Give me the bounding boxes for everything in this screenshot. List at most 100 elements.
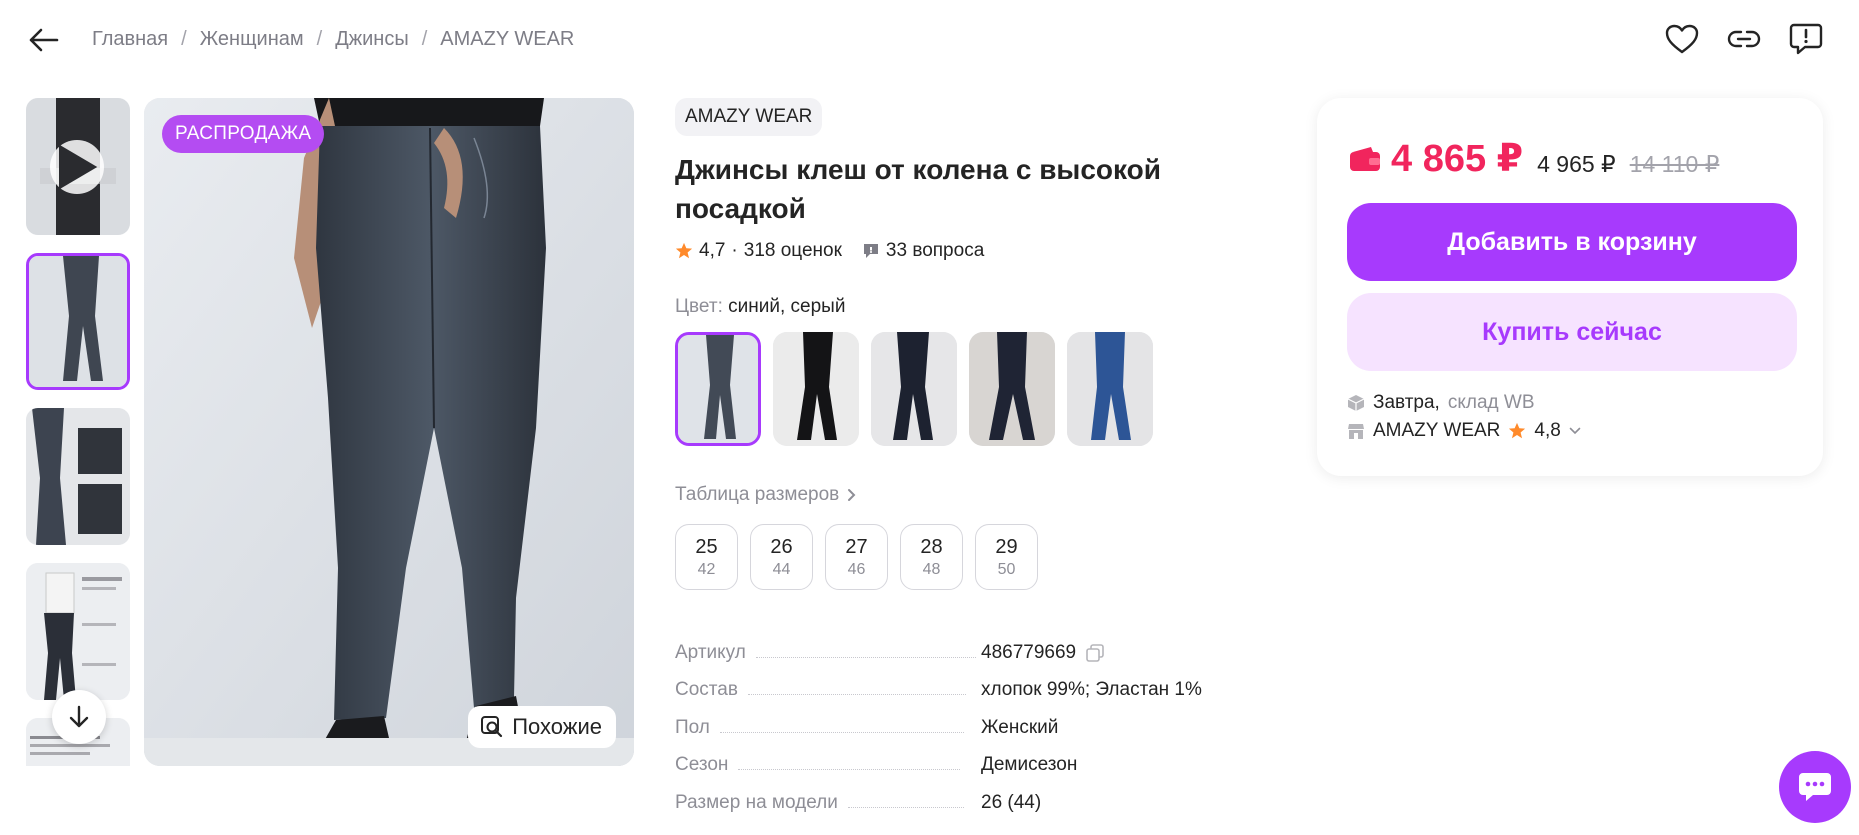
size-ru: 28 bbox=[920, 535, 943, 558]
delivery-from: склад WB bbox=[1447, 392, 1535, 413]
param-value: 486779669 bbox=[981, 642, 1104, 664]
color-swatch-2[interactable] bbox=[773, 332, 859, 446]
back-button[interactable] bbox=[26, 22, 62, 58]
size-ru: 27 bbox=[845, 535, 868, 558]
size-table-label: Таблица размеров bbox=[675, 484, 840, 505]
box-icon bbox=[1347, 395, 1365, 411]
param-value: Демисезон bbox=[981, 754, 1078, 775]
thumbnail-video[interactable] bbox=[26, 98, 130, 235]
param-row: Пол Женский bbox=[675, 701, 1295, 739]
param-value: хлопок 99%; Эластан 1% bbox=[981, 679, 1202, 700]
thumbnail-4[interactable] bbox=[26, 563, 130, 700]
seller-info[interactable]: AMAZY WEAR 4,8 bbox=[1347, 420, 1581, 442]
color-swatch-3[interactable] bbox=[871, 332, 957, 446]
questions-link[interactable]: 33 вопроса bbox=[862, 240, 984, 262]
size-intl: 48 bbox=[922, 560, 941, 578]
price-row: 4 865 ₽ 4 965 ₽ 14 110 ₽ bbox=[1349, 136, 1719, 181]
breadcrumb-home[interactable]: Главная bbox=[92, 28, 168, 51]
current-price: 4 865 ₽ bbox=[1391, 138, 1524, 180]
size-option-29[interactable]: 29 50 bbox=[975, 524, 1038, 590]
color-swatch-1[interactable] bbox=[675, 332, 761, 446]
rating-separator: · bbox=[731, 240, 738, 261]
rating-value: 4,7 bbox=[699, 240, 726, 261]
size-ru: 26 bbox=[770, 535, 793, 558]
color-swatch-4[interactable] bbox=[969, 332, 1055, 446]
thumbnail-image bbox=[26, 408, 130, 545]
size-intl: 42 bbox=[697, 560, 716, 578]
brand-chip[interactable]: AMAZY WEAR bbox=[675, 98, 823, 136]
color-swatches bbox=[675, 332, 1295, 446]
report-icon bbox=[1789, 23, 1823, 55]
swatch-image bbox=[969, 332, 1055, 446]
arrow-down-icon bbox=[69, 705, 89, 728]
param-key: Состав bbox=[675, 679, 738, 700]
breadcrumb-brand[interactable]: AMAZY WEAR bbox=[440, 28, 574, 51]
current-price-block: 4 865 ₽ bbox=[1349, 136, 1523, 181]
breadcrumb: Главная / Женщинам / Джинсы / AMAZY WEAR bbox=[92, 28, 574, 51]
size-option-25[interactable]: 25 42 bbox=[675, 524, 738, 590]
param-row: Артикул 486779669 bbox=[675, 626, 1295, 664]
product-info: AMAZY WEAR Джинсы клеш от колена с высок… bbox=[675, 98, 1295, 814]
param-dots bbox=[755, 656, 976, 658]
share-button[interactable] bbox=[1725, 20, 1763, 58]
buy-now-button[interactable]: Купить сейчас bbox=[1347, 293, 1797, 371]
top-actions bbox=[1663, 20, 1825, 58]
param-key: Сезон bbox=[675, 754, 729, 775]
thumbnail-image bbox=[26, 563, 130, 700]
color-swatch-5[interactable] bbox=[1067, 332, 1153, 446]
similar-search-icon bbox=[481, 716, 503, 738]
wallet-icon bbox=[1350, 146, 1380, 171]
delivery-day: Завтра, bbox=[1373, 392, 1440, 413]
thumbnails-scroll-down-button[interactable] bbox=[52, 690, 106, 744]
thumbnail-2[interactable] bbox=[26, 253, 130, 390]
swatch-image bbox=[871, 332, 957, 446]
delivery-info: Завтра, склад WB bbox=[1347, 392, 1535, 414]
arrow-left-icon bbox=[29, 28, 59, 52]
param-dots bbox=[719, 731, 964, 733]
size-ru: 29 bbox=[995, 535, 1018, 558]
copy-icon[interactable] bbox=[1086, 643, 1104, 662]
size-intl: 46 bbox=[847, 560, 866, 578]
param-key: Размер на модели bbox=[675, 791, 838, 813]
support-chat-button[interactable] bbox=[1779, 751, 1851, 823]
heart-icon bbox=[1665, 24, 1699, 54]
param-key: Пол bbox=[675, 716, 710, 738]
size-intl: 44 bbox=[772, 560, 791, 578]
favorite-button[interactable] bbox=[1663, 20, 1701, 58]
param-key: Артикул bbox=[675, 641, 746, 663]
add-to-cart-button[interactable]: Добавить в корзину bbox=[1347, 203, 1797, 281]
color-value: синий, серый bbox=[728, 296, 846, 317]
main-product-image[interactable]: РАСПРОДАЖА Похожие bbox=[144, 98, 634, 766]
breadcrumb-separator: / bbox=[181, 28, 187, 50]
param-row: Сезон Демисезон bbox=[675, 739, 1295, 777]
reviews-count[interactable]: 318 оценок bbox=[744, 240, 842, 262]
star-icon bbox=[675, 242, 693, 259]
size-option-28[interactable]: 28 48 bbox=[900, 524, 963, 590]
thumbnail-list bbox=[26, 98, 132, 766]
seller-name: AMAZY WEAR bbox=[1373, 420, 1501, 441]
size-options: 25 42 26 44 27 46 28 48 29 50 bbox=[675, 524, 1295, 590]
breadcrumb-jeans[interactable]: Джинсы bbox=[335, 28, 409, 51]
similar-button[interactable]: Похожие bbox=[468, 706, 616, 748]
swatch-image bbox=[678, 335, 758, 443]
buy-panel: 4 865 ₽ 4 965 ₽ 14 110 ₽ Добавить в корз… bbox=[1317, 98, 1823, 476]
old-price: 14 110 ₽ bbox=[1629, 150, 1720, 177]
price-without-wallet: 4 965 ₽ bbox=[1537, 150, 1616, 177]
param-row: Состав хлопок 99%; Эластан 1% bbox=[675, 664, 1295, 702]
play-button[interactable] bbox=[50, 140, 104, 194]
size-table-link[interactable]: Таблица размеров bbox=[675, 484, 1295, 506]
product-photo bbox=[144, 98, 634, 766]
size-option-27[interactable]: 27 46 bbox=[825, 524, 888, 590]
sale-badge: РАСПРОДАЖА bbox=[162, 115, 325, 153]
size-option-26[interactable]: 26 44 bbox=[750, 524, 813, 590]
param-value: Женский bbox=[981, 716, 1059, 738]
thumbnail-3[interactable] bbox=[26, 408, 130, 545]
breadcrumb-women[interactable]: Женщинам bbox=[200, 28, 304, 51]
support-chat-icon bbox=[1799, 773, 1831, 801]
report-button[interactable] bbox=[1787, 20, 1825, 58]
store-icon bbox=[1348, 424, 1364, 439]
color-row: Цвет: синий, серый bbox=[675, 296, 1295, 318]
link-icon bbox=[1727, 30, 1761, 48]
chevron-down-icon bbox=[1569, 427, 1581, 435]
size-ru: 25 bbox=[695, 535, 718, 558]
